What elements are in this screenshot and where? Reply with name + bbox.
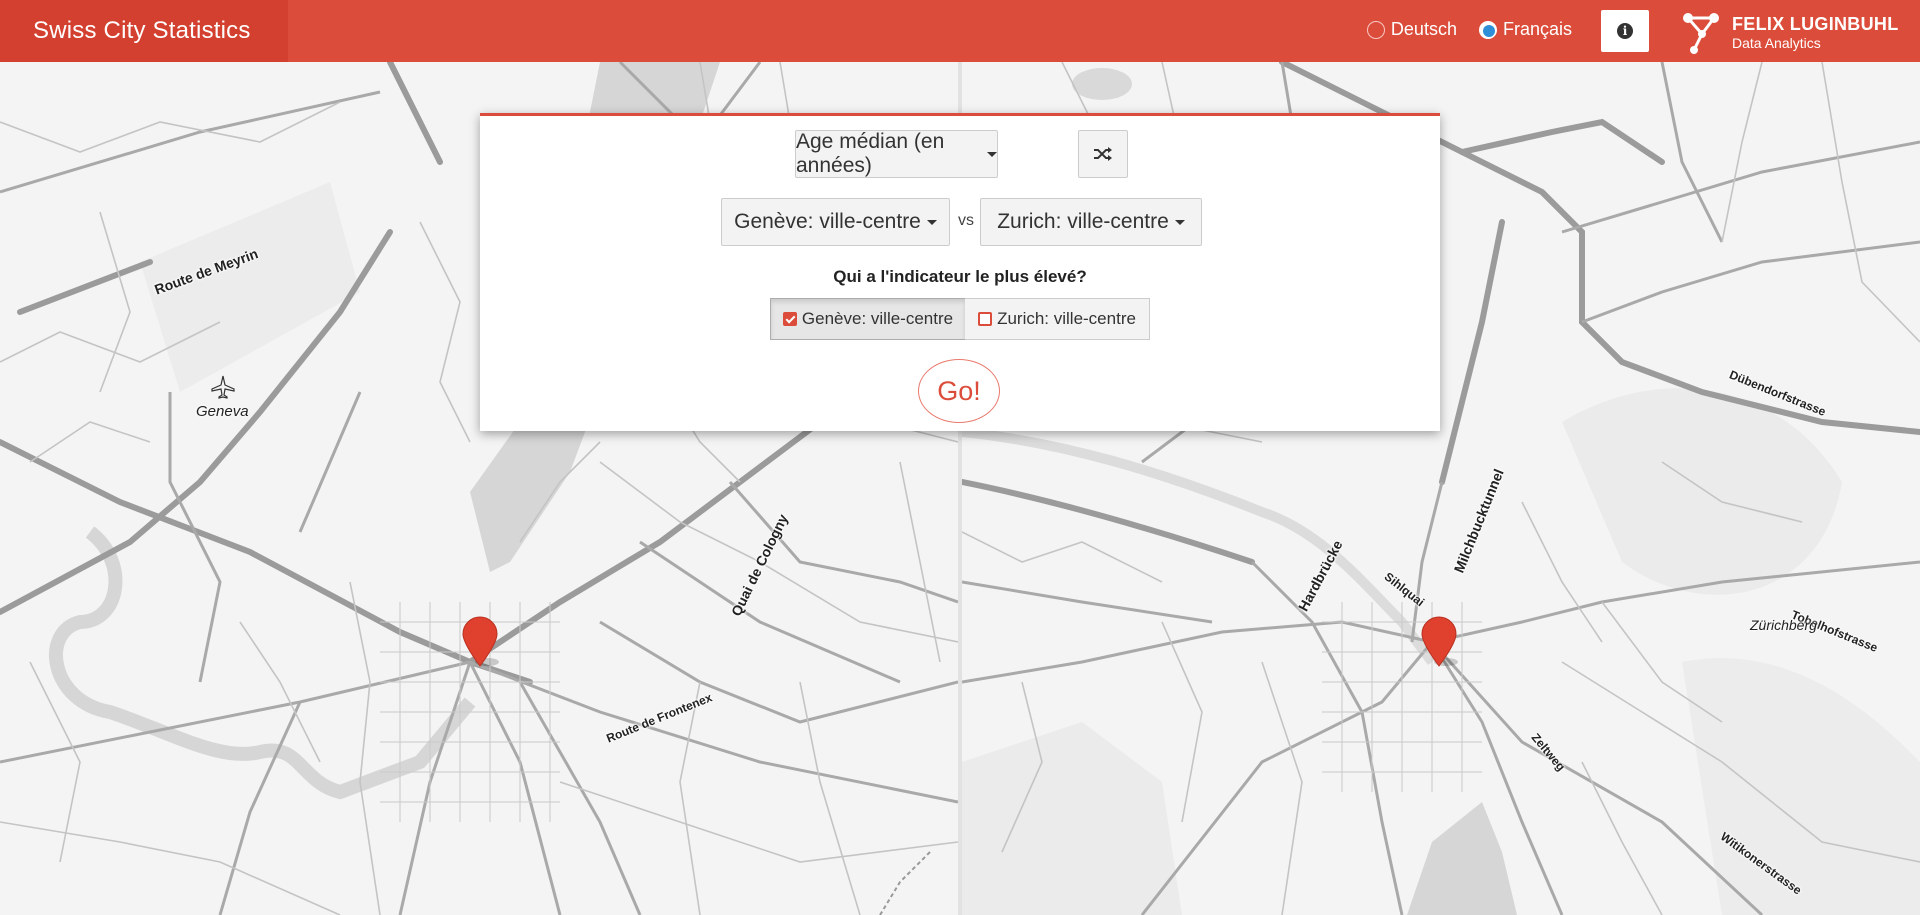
answer-a-toggle[interactable]: Genève: ville-centre (770, 298, 966, 340)
brand[interactable]: Swiss City Statistics (0, 0, 288, 62)
caret-down-icon (1174, 219, 1185, 225)
vs-label: vs (958, 212, 974, 229)
checkbox-checked-icon[interactable] (782, 312, 797, 326)
label-geneva: Geneva (196, 403, 249, 420)
checkbox-unchecked-icon[interactable] (978, 312, 993, 326)
info-button[interactable]: i (1601, 10, 1649, 52)
quiz-panel: Age médian (en années) Genève: ville-cen… (480, 113, 1440, 431)
shuffle-icon (1094, 147, 1112, 161)
city-a-label: Genève: ville-centre (734, 210, 921, 233)
info-circle-icon: i (1617, 23, 1633, 39)
label-zurichberg: Zürichberg (1750, 617, 1817, 633)
network-logo-icon (1683, 13, 1719, 54)
navbar: Swiss City Statistics Deutsch Français i… (0, 0, 1920, 62)
answer-b-label: Zurich: ville-centre (997, 309, 1136, 328)
caret-down-icon (987, 151, 997, 157)
indicator-label: Age médian (en années) (796, 130, 945, 177)
indicator-dropdown[interactable]: Age médian (en années) (795, 130, 998, 178)
lang-label-francais: Français (1502, 19, 1572, 39)
logo-subtitle: Data Analytics (1732, 34, 1821, 51)
question-text: Qui a l'indicateur le plus élevé? (833, 267, 1087, 286)
go-label: Go! (937, 375, 981, 406)
radio-francais[interactable] (1478, 20, 1497, 39)
city-b-label: Zurich: ville-centre (997, 210, 1169, 233)
answer-a-label: Genève: ville-centre (801, 309, 954, 328)
answer-b-toggle[interactable]: Zurich: ville-centre (965, 298, 1150, 340)
zurich-map-marker-icon[interactable] (1420, 616, 1458, 668)
city-b-dropdown[interactable]: Zurich: ville-centre (980, 198, 1202, 246)
lang-label-deutsch: Deutsch (1390, 19, 1457, 39)
caret-down-icon (926, 219, 937, 225)
logo-name: FELIX LUGINBUHL (1732, 13, 1899, 34)
geneva-map-marker-icon[interactable] (461, 616, 499, 668)
airport-icon (211, 375, 235, 399)
shuffle-button[interactable] (1078, 130, 1128, 178)
city-a-dropdown[interactable]: Genève: ville-centre (721, 198, 950, 246)
lang-option-deutsch[interactable]: Deutsch (1366, 19, 1457, 40)
go-button[interactable]: Go! (918, 359, 1000, 423)
radio-deutsch[interactable] (1366, 20, 1385, 39)
language-selector: Deutsch Français (1345, 19, 1572, 40)
lang-option-francais[interactable]: Français (1478, 19, 1572, 40)
company-logo[interactable]: FELIX LUGINBUHL Data Analytics (1680, 10, 1914, 54)
app-title: Swiss City Statistics (33, 17, 251, 44)
